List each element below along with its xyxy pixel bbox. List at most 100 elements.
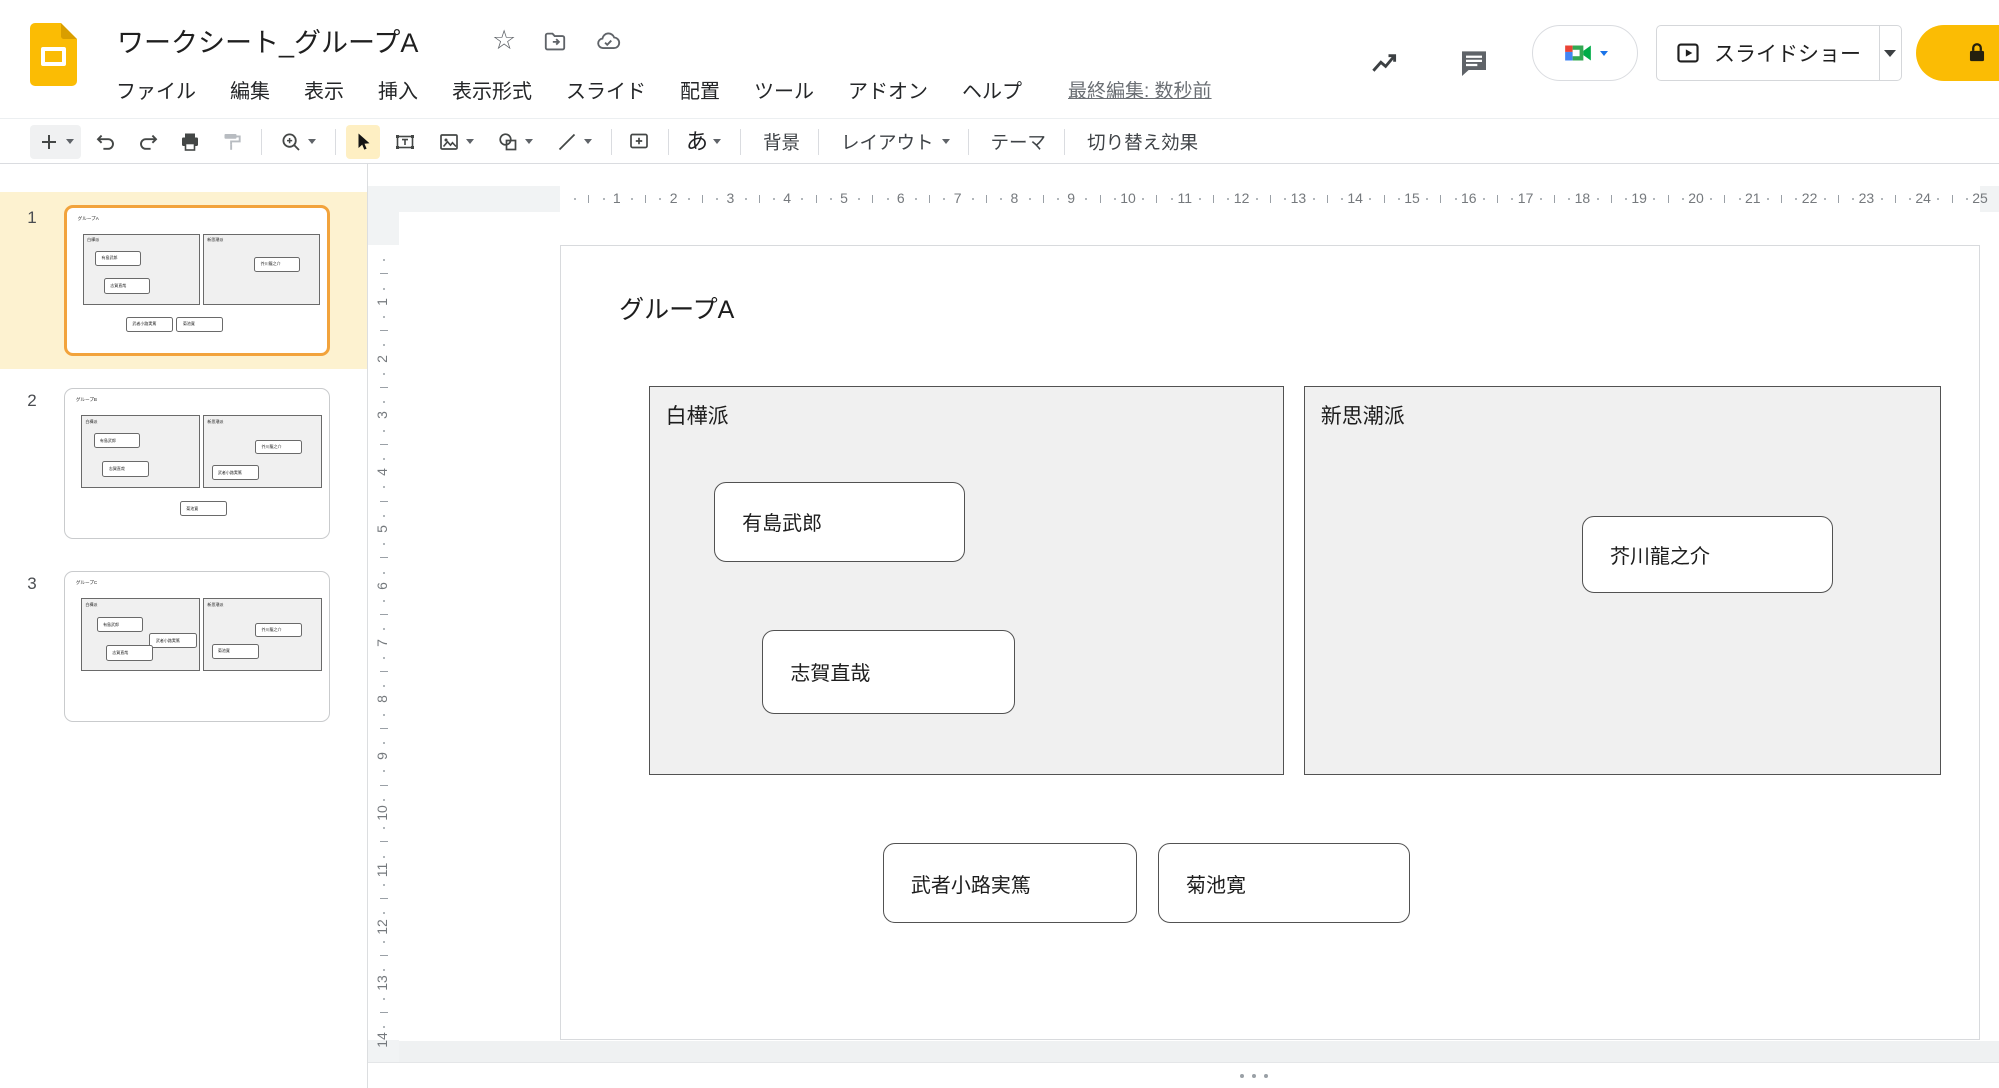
- menu-item-insert[interactable]: 挿入: [376, 73, 420, 106]
- insert-shape-button[interactable]: [489, 125, 540, 159]
- background-button[interactable]: 背景: [751, 125, 812, 159]
- name-card-shape[interactable]: 有島武郎: [95, 251, 141, 266]
- name-card-shape[interactable]: 芥川龍之介: [254, 257, 300, 271]
- menu-item-slide[interactable]: スライド: [564, 73, 648, 106]
- star-icon[interactable]: ☆: [492, 27, 516, 54]
- print-button[interactable]: [173, 125, 207, 159]
- menu-item-edit[interactable]: 編集: [228, 73, 272, 106]
- shape-dropdown-icon[interactable]: [525, 139, 533, 144]
- line-dropdown-icon[interactable]: [584, 139, 592, 144]
- comments-icon[interactable]: [1452, 42, 1496, 82]
- activity-dashboard-icon[interactable]: [1362, 42, 1406, 82]
- cloud-saved-icon[interactable]: [594, 29, 622, 53]
- transition-button[interactable]: 切り替え効果: [1075, 125, 1210, 159]
- move-folder-icon[interactable]: [542, 28, 568, 54]
- menu-item-help[interactable]: ヘルプ: [960, 73, 1024, 106]
- name-card-shape[interactable]: 有島武郎: [97, 617, 144, 632]
- redo-button[interactable]: [131, 125, 165, 159]
- h-ruler-mark: [1895, 195, 1896, 203]
- theme-button[interactable]: テーマ: [979, 125, 1059, 159]
- text-box-button[interactable]: [388, 125, 422, 159]
- slide-thumbnail-2[interactable]: グループB白樺派有島武郎志賀直哉新思潮派芥川龍之介武者小路実篤菊池寛: [64, 388, 330, 539]
- slide-canvas[interactable]: グループA白樺派有島武郎志賀直哉新思潮派芥川龍之介武者小路実篤菊池寛: [560, 245, 1980, 1040]
- slide-thumbnail-1[interactable]: グループA白樺派有島武郎志賀直哉新思潮派芥川龍之介武者小路実篤菊池寛: [64, 205, 330, 356]
- name-card-shape[interactable]: 武者小路実篤: [212, 465, 259, 480]
- slide-title-shape[interactable]: グループB: [76, 397, 97, 403]
- name-card-shape[interactable]: 菊池寛: [176, 317, 222, 332]
- v-ruler-mark: [383, 998, 385, 1000]
- group-shape[interactable]: 白樺派: [83, 234, 199, 305]
- new-slide-button[interactable]: [30, 125, 81, 159]
- furigana-dropdown-icon[interactable]: [713, 139, 721, 144]
- name-card-shape[interactable]: 菊池寛: [1158, 843, 1410, 923]
- insert-image-button[interactable]: [430, 125, 481, 159]
- slides-logo[interactable]: [30, 23, 77, 86]
- slide-thumbnail-row-1[interactable]: 1 グループA白樺派有島武郎志賀直哉新思潮派芥川龍之介武者小路実篤菊池寛: [0, 192, 367, 369]
- slide-title-shape[interactable]: グループA: [78, 216, 99, 222]
- undo-button[interactable]: [89, 125, 123, 159]
- meet-dropdown-icon[interactable]: [1600, 51, 1608, 56]
- slide-thumbnail-row-3[interactable]: 3 グループC白樺派有島武郎武者小路実篤志賀直哉新思潮派芥川龍之介菊池寛: [0, 558, 367, 735]
- image-dropdown-icon[interactable]: [466, 139, 474, 144]
- new-slide-dropdown-icon[interactable]: [66, 139, 74, 144]
- name-card-shape[interactable]: 有島武郎: [94, 433, 141, 448]
- select-cursor-button[interactable]: [346, 125, 380, 159]
- share-button[interactable]: [1916, 25, 1999, 81]
- menu-item-arrange[interactable]: 配置: [678, 73, 722, 106]
- h-ruler-mark: [1057, 198, 1059, 200]
- slideshow-label: スライドショー: [1714, 38, 1861, 68]
- h-ruler-mark: [759, 195, 760, 203]
- group-shape[interactable]: 白樺派: [81, 415, 199, 488]
- document-title[interactable]: ワークシート_グループA: [117, 21, 418, 60]
- h-ruler-mark: [688, 198, 690, 200]
- zoom-dropdown-icon[interactable]: [308, 139, 316, 144]
- name-card-shape[interactable]: 武者小路実篤: [149, 633, 196, 648]
- furigana-button[interactable]: あ: [679, 125, 728, 159]
- toolbar-separator: [611, 129, 612, 155]
- name-card-shape[interactable]: 菊池寛: [180, 501, 227, 516]
- h-ruler-mark: [1455, 198, 1457, 200]
- titlebar: ワークシート_グループA ☆ ファイル編集表示挿入表示形式スライド配置ツールアド…: [0, 0, 1999, 119]
- name-card-shape[interactable]: 有島武郎: [714, 482, 965, 562]
- name-card-shape[interactable]: 武者小路実篤: [126, 317, 173, 332]
- menu-item-view[interactable]: 表示: [302, 73, 346, 106]
- filmstrip: 1 グループA白樺派有島武郎志賀直哉新思潮派芥川龍之介武者小路実篤菊池寛 2 グ…: [0, 164, 368, 1088]
- name-card-shape[interactable]: 志賀直哉: [104, 278, 150, 293]
- workspace[interactable]: グループA白樺派有島武郎志賀直哉新思潮派芥川龍之介武者小路実篤菊池寛: [399, 212, 1999, 1062]
- name-card-shape[interactable]: 武者小路実篤: [883, 843, 1137, 923]
- meet-button[interactable]: [1532, 25, 1638, 81]
- menu-item-file[interactable]: ファイル: [114, 73, 198, 106]
- last-edit-link[interactable]: 最終編集: 数秒前: [1068, 76, 1212, 103]
- name-card-shape[interactable]: 志賀直哉: [102, 461, 149, 477]
- zoom-button[interactable]: [272, 125, 323, 159]
- menu-item-addons[interactable]: アドオン: [846, 73, 930, 106]
- slide-title-shape[interactable]: グループC: [76, 580, 97, 586]
- name-card-shape[interactable]: 志賀直哉: [106, 645, 153, 661]
- h-ruler-mark: 19: [1628, 190, 1650, 206]
- v-ruler-mark: 11: [371, 859, 393, 881]
- insert-comment-button[interactable]: [622, 125, 656, 159]
- slideshow-dropdown[interactable]: [1879, 26, 1901, 80]
- slide-title-shape[interactable]: グループA: [619, 290, 734, 326]
- name-card-shape[interactable]: 志賀直哉: [762, 630, 1014, 714]
- slide-thumbnail-3[interactable]: グループC白樺派有島武郎武者小路実篤志賀直哉新思潮派芥川龍之介菊池寛: [64, 571, 330, 722]
- slideshow-button[interactable]: スライドショー: [1656, 25, 1902, 81]
- v-ruler-mark: [380, 728, 388, 729]
- menu-item-format[interactable]: 表示形式: [450, 73, 534, 106]
- v-ruler-mark: [380, 444, 388, 445]
- slide-thumbnail-row-2[interactable]: 2 グループB白樺派有島武郎志賀直哉新思潮派芥川龍之介武者小路実篤菊池寛: [0, 375, 367, 552]
- name-card-shape[interactable]: 芥川龍之介: [255, 440, 302, 455]
- name-card-shape[interactable]: 芥川龍之介: [255, 623, 302, 638]
- filmstrip-drag-handle[interactable]: [1240, 1074, 1268, 1078]
- h-ruler-mark: [1781, 195, 1782, 203]
- layout-button[interactable]: レイアウト: [829, 125, 962, 159]
- insert-line-button[interactable]: [548, 125, 599, 159]
- group-shape[interactable]: 白樺派: [649, 386, 1284, 775]
- name-card-shape[interactable]: 菊池寛: [212, 644, 259, 659]
- paint-format-button[interactable]: [215, 125, 249, 159]
- group-label: 新思潮派: [204, 599, 321, 610]
- menu-bar: ファイル編集表示挿入表示形式スライド配置ツールアドオンヘルプ 最終編集: 数秒前: [114, 73, 1212, 106]
- name-card-shape[interactable]: 芥川龍之介: [1582, 516, 1833, 594]
- menu-item-tools[interactable]: ツール: [752, 73, 816, 106]
- toolbar-separator: [740, 129, 741, 155]
